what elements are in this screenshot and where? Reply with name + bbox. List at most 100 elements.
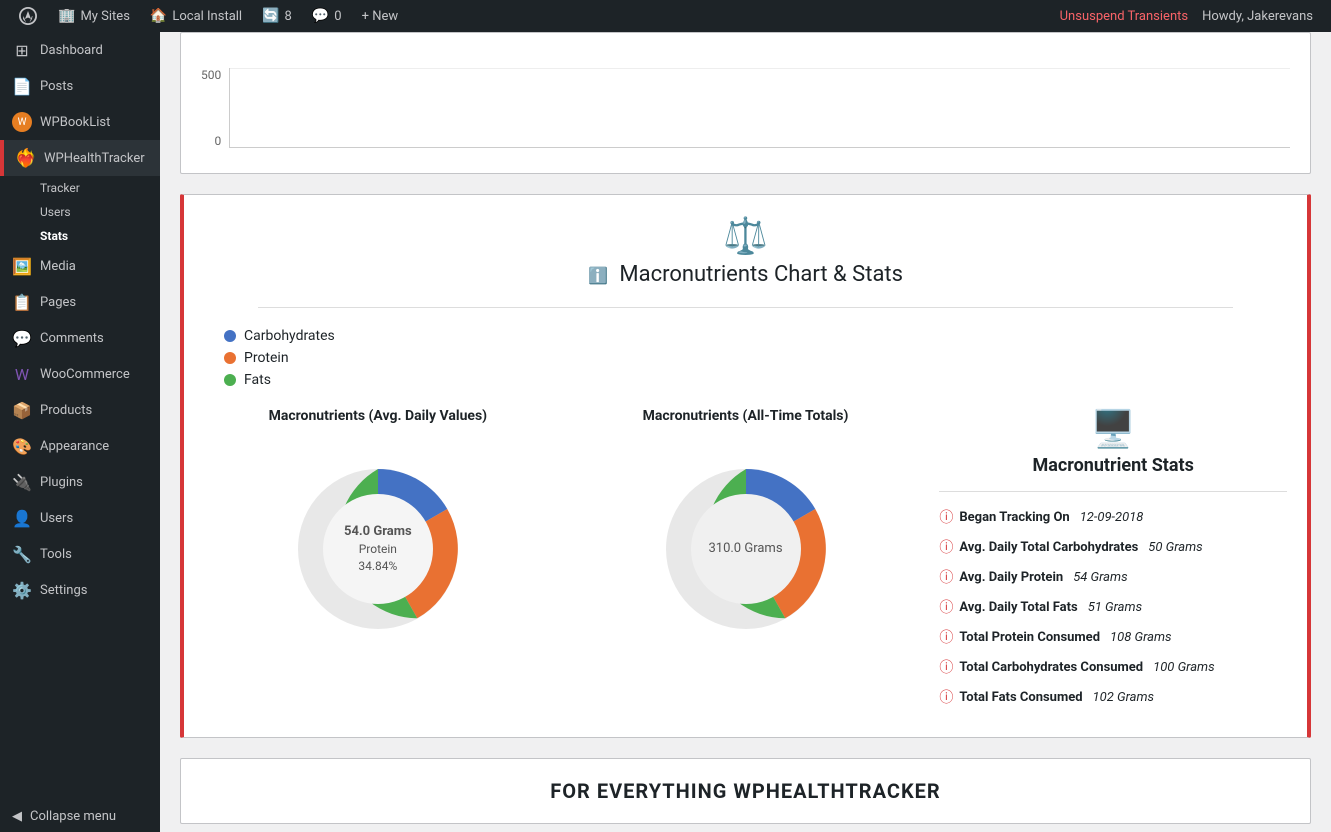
products-icon: 📦 [12, 400, 32, 420]
stat-avg-protein: ⓘ Avg. Daily Protein 54 Grams [939, 567, 1287, 587]
footer-section: For Everything WPHEALTHTRACKER [180, 758, 1311, 824]
sidebar-submenu-tracker[interactable]: Tracker [0, 176, 160, 200]
sidebar-item-wpbooklist[interactable]: W WPBookList [0, 104, 160, 140]
donut-avg-label: 54.0 Grams Protein 34.84% [344, 523, 412, 575]
sidebar-item-posts[interactable]: 📄 Posts [0, 68, 160, 104]
fats-label: Fats [244, 372, 271, 388]
macro-emoji: ⚖️ [204, 215, 1287, 257]
sidebar-item-media[interactable]: 🖼️ Media [0, 248, 160, 284]
updates-menu[interactable]: 🔄 8 [252, 0, 302, 32]
sidebar-item-settings[interactable]: ⚙️ Settings [0, 572, 160, 608]
posts-icon: 📄 [12, 76, 32, 96]
collapse-arrow-icon: ◀ [12, 809, 22, 824]
legend-fats: Fats [224, 372, 1287, 388]
stat-began-icon: ⓘ [939, 507, 953, 527]
settings-icon: ⚙️ [12, 580, 32, 600]
stats-label: Stats [40, 229, 68, 243]
carb-label: Carbohydrates [244, 328, 335, 344]
comments-count: 0 [334, 9, 341, 24]
stat-total-fats-label: Total Fats Consumed [959, 690, 1082, 705]
stat-total-protein-label: Total Protein Consumed [959, 630, 1100, 645]
collapse-label: Collapse menu [30, 809, 116, 824]
legend-protein: Protein [224, 350, 1287, 366]
sidebar-item-woocommerce[interactable]: W WooCommerce [0, 356, 160, 392]
updates-count: 8 [285, 9, 292, 24]
stat-began: ⓘ Began Tracking On 12-09-2018 [939, 507, 1287, 527]
sidebar-item-dashboard[interactable]: ⊞ Dashboard [0, 32, 160, 68]
stat-total-carbs-value: 100 Grams [1153, 660, 1214, 675]
footer-title-part1: For Everything [550, 779, 733, 803]
appearance-label: Appearance [40, 439, 109, 454]
macro-legend: Carbohydrates Protein Fats [204, 328, 1287, 388]
plugins-label: Plugins [40, 475, 83, 490]
products-label: Products [40, 403, 92, 418]
local-install-label: Local Install [172, 9, 242, 24]
posts-label: Posts [40, 79, 73, 94]
sidebar-item-users-menu[interactable]: 👤 Users [0, 500, 160, 536]
unsuspend-link[interactable]: Unsuspend Transients [1060, 9, 1188, 24]
charts-row: Macronutrients (Avg. Daily Values) [204, 408, 1287, 717]
comments-label: Comments [40, 331, 104, 346]
stat-total-fats: ⓘ Total Fats Consumed 102 Grams [939, 687, 1287, 707]
protein-dot [224, 352, 236, 364]
sidebar-submenu-stats[interactable]: Stats [0, 224, 160, 248]
sidebar-item-products[interactable]: 📦 Products [0, 392, 160, 428]
stat-avg-carbs-value: 50 Grams [1148, 540, 1202, 555]
collapse-menu-button[interactable]: ◀ Collapse menu [0, 801, 160, 832]
macro-title: ℹ️ Macronutrients Chart & Stats [204, 262, 1287, 287]
new-content-menu[interactable]: + New [352, 0, 409, 32]
users-icon: 👤 [12, 508, 32, 528]
stat-avg-carbs: ⓘ Avg. Daily Total Carbohydrates 50 Gram… [939, 537, 1287, 557]
sidebar-item-pages[interactable]: 📋 Pages [0, 284, 160, 320]
fats-dot [224, 374, 236, 386]
stat-avg-protein-value: 54 Grams [1073, 570, 1127, 585]
y-axis-labels: 500 0 [201, 68, 229, 148]
sidebar-item-tools[interactable]: 🔧 Tools [0, 536, 160, 572]
plugins-icon: 🔌 [12, 472, 32, 492]
settings-label: Settings [40, 583, 87, 598]
sidebar-item-comments[interactable]: 💬 Comments [0, 320, 160, 356]
macro-header: ⚖️ ℹ️ Macronutrients Chart & Stats [204, 215, 1287, 287]
donut-avg-wrapper: 54.0 Grams Protein 34.84% [268, 439, 488, 659]
tools-icon: 🔧 [12, 544, 32, 564]
media-label: Media [40, 259, 76, 274]
y-axis-500: 500 [201, 68, 221, 82]
macronutrients-section: ⚖️ ℹ️ Macronutrients Chart & Stats Carbo… [180, 194, 1311, 738]
woocommerce-icon: W [12, 364, 32, 384]
chart-area: 500 0 [201, 53, 1290, 153]
stat-total-fats-icon: ⓘ [939, 687, 953, 707]
stat-avg-protein-icon: ⓘ [939, 567, 953, 587]
donut-total-grams: 310.0 Grams [708, 540, 782, 558]
info-icon: ℹ️ [588, 266, 608, 285]
sidebar-item-appearance[interactable]: 🎨 Appearance [0, 428, 160, 464]
wp-logo[interactable] [8, 0, 48, 32]
stat-total-protein: ⓘ Total Protein Consumed 108 Grams [939, 627, 1287, 647]
pages-icon: 📋 [12, 292, 32, 312]
stat-avg-protein-label: Avg. Daily Protein [959, 570, 1063, 585]
main-content-area: 500 0 ⚖️ ℹ️ Macronutrients Chart & Stats [160, 32, 1331, 832]
legend-carbohydrates: Carbohydrates [224, 328, 1287, 344]
stat-began-value: 12-09-2018 [1080, 510, 1144, 525]
stat-began-label: Began Tracking On [959, 510, 1069, 525]
stat-avg-carbs-icon: ⓘ [939, 537, 953, 557]
sidebar-item-plugins[interactable]: 🔌 Plugins [0, 464, 160, 500]
donut-total-title: Macronutrients (All-Time Totals) [643, 408, 849, 424]
tools-label: Tools [40, 547, 72, 562]
y-axis-0: 0 [214, 134, 221, 148]
local-install-menu[interactable]: 🏠 Local Install [140, 0, 252, 32]
wpbooklist-label: WPBookList [40, 115, 110, 130]
stat-avg-fats-value: 51 Grams [1088, 600, 1142, 615]
sidebar-submenu-users[interactable]: Users [0, 200, 160, 224]
stat-total-carbs-icon: ⓘ [939, 657, 953, 677]
my-sites-menu[interactable]: 🏢 My Sites [48, 0, 140, 32]
pages-label: Pages [40, 295, 76, 310]
comments-menu[interactable]: 💬 0 [302, 0, 352, 32]
stats-panel-title: Macronutrient Stats [939, 455, 1287, 476]
donut-avg-grams: 54.0 Grams [344, 523, 412, 541]
sidebar-item-wphealthtracker[interactable]: ❤️‍🔥 WPHealthTracker [0, 140, 160, 176]
donut-chart-total: Macronutrients (All-Time Totals) [572, 408, 920, 659]
wphealthtracker-label: WPHealthTracker [44, 151, 145, 166]
donut-total-wrapper: 310.0 Grams [636, 439, 856, 659]
new-label: + New [362, 9, 399, 24]
adminbar-right: Unsuspend Transients Howdy, Jakerevans [1060, 9, 1323, 24]
